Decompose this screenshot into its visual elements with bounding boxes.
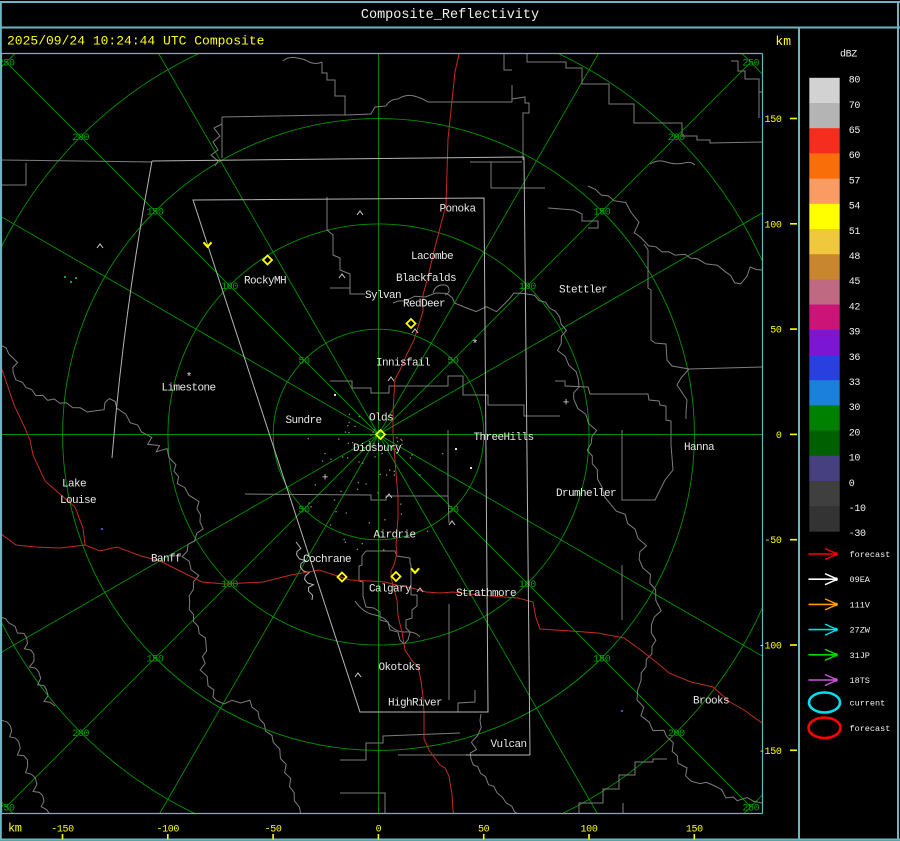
svg-text:100: 100 [221, 580, 238, 591]
svg-text:dBZ: dBZ [840, 49, 857, 61]
svg-text:0: 0 [776, 431, 782, 442]
svg-text:Limestone: Limestone [161, 383, 215, 395]
svg-text:-150: -150 [759, 747, 782, 758]
svg-text:100: 100 [581, 825, 598, 836]
svg-text:+: + [563, 398, 570, 410]
svg-text:27ZW: 27ZW [850, 626, 871, 636]
svg-text:50: 50 [770, 326, 782, 337]
svg-text:RockyMH: RockyMH [244, 276, 286, 288]
svg-text:-50: -50 [265, 825, 282, 836]
svg-text:Louise: Louise [60, 495, 96, 507]
svg-text:RedDeer: RedDeer [403, 299, 445, 311]
svg-text:+: + [322, 473, 329, 485]
svg-text:Calgary: Calgary [369, 584, 412, 596]
svg-text:Okotoks: Okotoks [378, 662, 420, 674]
svg-text:42: 42 [849, 302, 861, 313]
svg-text:100: 100 [519, 282, 536, 293]
svg-text:*: * [186, 372, 193, 384]
svg-text:Lacombe: Lacombe [411, 251, 453, 263]
svg-text:65: 65 [849, 126, 861, 137]
svg-text:Sundre: Sundre [285, 415, 321, 427]
svg-text:150: 150 [147, 208, 164, 219]
svg-text:2025/09/24 10:24:44 UTC Compos: 2025/09/24 10:24:44 UTC Composite [7, 34, 264, 49]
svg-text:km: km [8, 822, 22, 836]
svg-text:250: 250 [742, 803, 759, 814]
svg-text:forecast: forecast [850, 724, 891, 734]
svg-text:Innisfail: Innisfail [376, 358, 430, 370]
svg-text:forecast: forecast [850, 550, 891, 560]
svg-text:Olds: Olds [369, 413, 393, 425]
svg-text:50: 50 [478, 825, 490, 836]
svg-text:Brooks: Brooks [693, 696, 729, 708]
svg-text:150: 150 [593, 208, 610, 219]
svg-text:30: 30 [849, 403, 861, 414]
svg-text:39: 39 [849, 328, 861, 339]
svg-text:20: 20 [849, 428, 861, 439]
svg-text:36: 36 [849, 353, 861, 364]
svg-text:Cochrane: Cochrane [303, 554, 351, 566]
svg-text:09EA: 09EA [850, 575, 871, 585]
svg-text:*: * [472, 339, 479, 351]
svg-text:111V: 111V [850, 600, 871, 610]
svg-text:-150: -150 [51, 825, 74, 836]
svg-text:51: 51 [849, 227, 861, 238]
svg-text:250: 250 [742, 59, 759, 70]
svg-text:Ponoka: Ponoka [439, 204, 476, 216]
svg-text:Sylvan: Sylvan [365, 290, 401, 302]
svg-text:45: 45 [849, 277, 861, 288]
svg-text:200: 200 [72, 133, 89, 144]
svg-text:50: 50 [298, 357, 310, 368]
svg-text:km: km [775, 34, 791, 49]
svg-text:48: 48 [849, 252, 861, 263]
svg-text:-10: -10 [849, 504, 866, 515]
svg-text:Airdrie: Airdrie [373, 530, 415, 542]
svg-text:18TS: 18TS [850, 676, 870, 686]
svg-text:200: 200 [72, 729, 89, 740]
svg-text:80: 80 [849, 76, 861, 87]
svg-text:-50: -50 [765, 536, 782, 547]
svg-text:100: 100 [765, 220, 782, 231]
svg-text:100: 100 [519, 580, 536, 591]
svg-text:0: 0 [376, 825, 382, 836]
svg-text:0: 0 [849, 479, 855, 490]
svg-text:60: 60 [849, 151, 861, 162]
svg-text:150: 150 [593, 654, 610, 665]
svg-text:Drumheller: Drumheller [556, 488, 616, 500]
svg-text:50: 50 [298, 506, 310, 517]
svg-text:-100: -100 [759, 642, 782, 653]
svg-text:31JP: 31JP [850, 651, 870, 661]
svg-text:Vulcan: Vulcan [490, 739, 526, 751]
svg-text:Blackfalds: Blackfalds [396, 273, 456, 285]
svg-text:150: 150 [686, 825, 703, 836]
svg-text:10: 10 [849, 454, 861, 465]
svg-text:250: 250 [0, 803, 15, 814]
svg-text:Stettler: Stettler [559, 285, 607, 297]
svg-text:ThreeHills: ThreeHills [473, 432, 533, 444]
svg-text:150: 150 [147, 654, 164, 665]
svg-text:Strathmore: Strathmore [456, 588, 516, 600]
svg-text:100: 100 [221, 282, 238, 293]
svg-text:-30: -30 [849, 529, 866, 540]
svg-text:HighRiver: HighRiver [388, 698, 442, 710]
svg-text:250: 250 [0, 59, 15, 70]
svg-text:200: 200 [668, 133, 685, 144]
svg-text:150: 150 [765, 115, 782, 126]
svg-text:33: 33 [849, 378, 861, 389]
svg-text:current: current [850, 699, 886, 709]
svg-text:50: 50 [447, 357, 459, 368]
svg-text:Composite_Reflectivity: Composite_Reflectivity [361, 8, 539, 23]
svg-text:Didsbury: Didsbury [353, 443, 402, 455]
svg-text:54: 54 [849, 202, 861, 213]
svg-text:Lake: Lake [62, 479, 86, 491]
svg-text:70: 70 [849, 101, 861, 112]
svg-text:-100: -100 [156, 825, 179, 836]
svg-text:Hanna: Hanna [684, 442, 715, 454]
svg-text:Banff: Banff [151, 554, 181, 566]
svg-text:200: 200 [668, 729, 685, 740]
svg-text:57: 57 [849, 176, 861, 187]
